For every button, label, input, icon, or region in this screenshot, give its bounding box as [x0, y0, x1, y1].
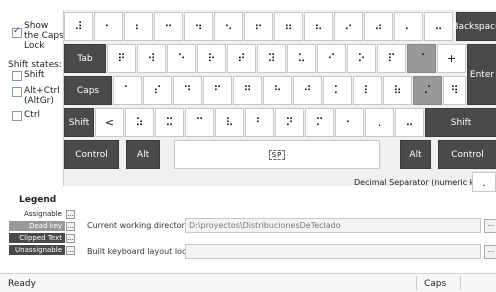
keyboard-layout: ⠼ ⠂ ⠆ ⠒ ⠲ ⠢ ⠖ ⠶ ⠦ ⠔ ⠴ ⠄ ⠤ Backspace Tab … — [63, 10, 496, 187]
key[interactable]: ⠺ — [137, 44, 166, 73]
left-shift-key[interactable]: Shift — [64, 108, 94, 137]
key[interactable]: ⠷ — [383, 76, 412, 105]
key[interactable]: ⠊ — [317, 44, 346, 73]
caps-indicator: Caps — [424, 279, 447, 289]
shift-states-title: Shift states: — [8, 60, 62, 70]
show-caps-lock-label: Show the Caps Lock — [24, 21, 64, 51]
key[interactable]: + — [437, 44, 466, 73]
legend-dead-key: Dead key — [9, 221, 65, 231]
legend-unassignable: Unassignable — [9, 245, 65, 255]
key[interactable]: ⠞ — [227, 44, 256, 73]
ctrl-label: Ctrl — [24, 110, 41, 120]
key[interactable]: < — [95, 108, 124, 137]
key[interactable]: ⠻ — [443, 76, 466, 105]
key[interactable]: ⠛ — [233, 76, 262, 105]
key[interactable]: ⠕ — [347, 44, 376, 73]
key[interactable]: ⠢ — [214, 12, 243, 41]
key[interactable]: ⠦ — [304, 12, 333, 41]
key[interactable]: ⠲ — [184, 12, 213, 41]
key[interactable]: ⠋ — [203, 76, 232, 105]
key[interactable]: ⠓ — [263, 76, 292, 105]
right-alt-key[interactable]: Alt — [400, 140, 431, 169]
key[interactable]: . — [365, 108, 394, 137]
layout-location-browse-button[interactable]: ... — [484, 245, 496, 259]
legend-dead-key-button[interactable]: ... — [66, 222, 75, 231]
legend-clipped-text: Clipped Text — [9, 233, 65, 243]
key[interactable]: ⠥ — [287, 44, 316, 73]
key[interactable]: ⠵ — [125, 108, 154, 137]
key[interactable]: ⠍ — [305, 108, 334, 137]
decimal-separator-key[interactable]: . — [472, 172, 496, 192]
key[interactable]: ⠖ — [244, 12, 273, 41]
key[interactable]: ⠤ — [395, 108, 424, 137]
ctrl-checkbox[interactable] — [12, 111, 22, 121]
key[interactable]: ⠽ — [257, 44, 286, 73]
key[interactable]: ⠅ — [323, 76, 352, 105]
key[interactable]: ⠒ — [154, 12, 183, 41]
alt-ctrl-checkbox[interactable] — [12, 87, 22, 97]
alt-ctrl-label: Alt+Ctrl (AltGr) — [24, 86, 60, 106]
cwd-label: Current working directory — [87, 221, 190, 230]
space-key[interactable]: SP — [174, 140, 380, 169]
legend-clipped-text-button[interactable]: ... — [66, 234, 75, 243]
status-text: Ready — [8, 279, 36, 289]
status-divider — [416, 276, 417, 290]
key[interactable]: ⠭ — [155, 108, 184, 137]
key[interactable]: ⠇ — [353, 76, 382, 105]
key[interactable]: ⠟ — [107, 44, 136, 73]
key[interactable]: ⠄ — [394, 12, 423, 41]
layout-location-field[interactable] — [185, 244, 481, 259]
tab-key[interactable]: Tab — [64, 44, 106, 73]
right-control-key[interactable]: Control — [438, 140, 496, 169]
key[interactable]: ⠙ — [173, 76, 202, 105]
caps-key[interactable]: Caps — [64, 76, 112, 105]
left-alt-key[interactable]: Alt — [126, 140, 160, 169]
show-caps-lock-checkbox[interactable] — [12, 26, 22, 38]
enter-key[interactable]: Enter — [467, 44, 496, 105]
key[interactable]: ⠗ — [197, 44, 226, 73]
legend-assignable: Assignable — [9, 209, 65, 219]
right-shift-key[interactable]: Shift — [425, 108, 496, 137]
key[interactable]: ⠂ — [94, 12, 123, 41]
key[interactable]: ⠝ — [275, 108, 304, 137]
space-key-label: SP — [268, 149, 286, 160]
key[interactable]: ⠼ — [64, 12, 93, 41]
cwd-field[interactable]: D:\proyectos\DistribucionesDeTeclado — [185, 218, 481, 233]
legend-unassignable-button[interactable]: ... — [66, 246, 75, 255]
key[interactable]: ⠴ — [364, 12, 393, 41]
key[interactable]: ⠃ — [245, 108, 274, 137]
key[interactable]: ⠏ — [377, 44, 406, 73]
key[interactable]: ⠧ — [215, 108, 244, 137]
key[interactable]: ⠂ — [335, 108, 364, 137]
shift-label: Shift — [24, 70, 45, 80]
status-bar: Ready Caps — [0, 273, 496, 292]
key[interactable]: ⠑ — [167, 44, 196, 73]
key[interactable]: ⠁ — [113, 76, 142, 105]
key[interactable]: ⠶ — [274, 12, 303, 41]
shift-checkbox[interactable] — [12, 71, 22, 81]
backspace-key[interactable]: Backspace — [452, 12, 496, 41]
key[interactable]: ⠔ — [334, 12, 363, 41]
dead-key[interactable]: ⠌ — [413, 76, 442, 105]
key[interactable]: ⠎ — [143, 76, 172, 105]
key[interactable]: ⠤ — [424, 12, 453, 41]
key[interactable]: ⠆ — [124, 12, 153, 41]
legend-assignable-button[interactable]: ... — [66, 210, 75, 219]
cwd-browse-button[interactable]: ... — [484, 219, 496, 233]
key[interactable]: ⠚ — [293, 76, 322, 105]
legend-title: Legend — [19, 195, 57, 205]
dead-key[interactable]: ⠈ — [407, 44, 436, 73]
status-divider — [460, 276, 461, 290]
left-control-key[interactable]: Control — [64, 140, 119, 169]
key[interactable]: ⠉ — [185, 108, 214, 137]
